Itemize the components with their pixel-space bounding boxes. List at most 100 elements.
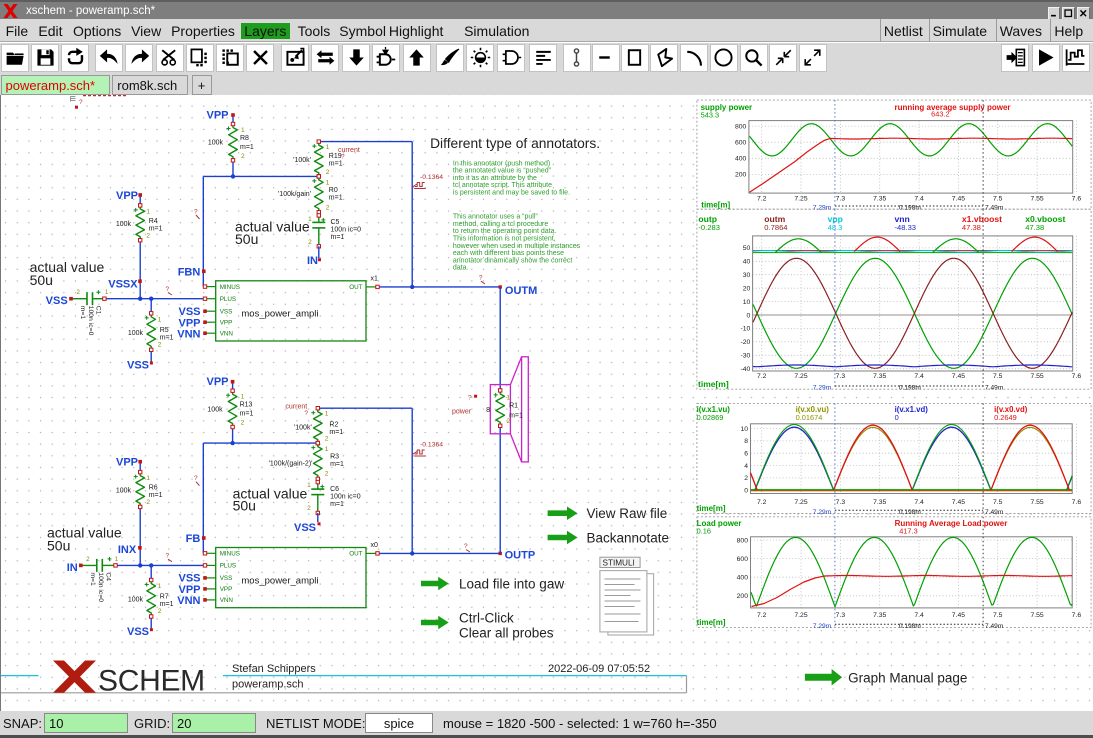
svg-text:each with different bias point: each with different bias points these: [453, 250, 564, 257]
svg-text:1: 1: [158, 583, 162, 590]
svg-text:?: ?: [479, 275, 483, 282]
svg-text:543.3: 543.3: [701, 110, 720, 119]
svg-text:C4: C4: [104, 572, 111, 581]
svg-text:FB: FB: [186, 533, 201, 545]
svg-text:?: ?: [304, 410, 308, 417]
svg-text:7.6: 7.6: [1072, 373, 1082, 380]
svg-text:1: 1: [105, 290, 109, 296]
svg-text:VPP: VPP: [220, 586, 233, 593]
svg-text:PLUS: PLUS: [220, 563, 236, 570]
svg-text:7.35: 7.35: [873, 373, 886, 380]
svg-text:VPP: VPP: [206, 109, 228, 121]
svg-text:7.55: 7.55: [1030, 499, 1043, 506]
svg-text:20: 20: [743, 286, 751, 293]
svg-text:data.: data.: [453, 265, 469, 272]
svg-text:running average supply power: running average supply power: [895, 103, 1011, 112]
svg-text:2: 2: [77, 290, 81, 296]
svg-text:time[m]: time[m]: [698, 379, 729, 389]
svg-text:m=1: m=1: [79, 306, 86, 320]
svg-text:SCHEM: SCHEM: [98, 664, 205, 697]
svg-text:100k: 100k: [128, 597, 144, 604]
svg-text:FBN: FBN: [178, 267, 201, 279]
svg-text:100n ic=0: 100n ic=0: [97, 572, 104, 602]
svg-text:MINUS: MINUS: [220, 551, 240, 558]
svg-text:1: 1: [326, 180, 330, 187]
svg-text:0: 0: [744, 488, 748, 495]
svg-text:7.55: 7.55: [1030, 373, 1043, 380]
svg-text:0: 0: [747, 312, 751, 319]
svg-text:R0: R0: [329, 187, 338, 194]
svg-text:VSSX: VSSX: [108, 278, 138, 290]
svg-text:i(v.x1.vd): i(v.x1.vd): [895, 405, 929, 414]
svg-text:2: 2: [241, 153, 245, 160]
svg-text:1: 1: [326, 144, 330, 151]
svg-text:4: 4: [744, 463, 748, 470]
svg-text:800: 800: [737, 537, 749, 544]
svg-text:50u: 50u: [233, 497, 256, 513]
svg-text:STIMULI: STIMULI: [603, 559, 635, 568]
svg-text:7.2: 7.2: [757, 612, 767, 619]
svg-text:R4: R4: [149, 218, 158, 225]
svg-text:into it as an attribute by the: into it as an attribute by the: [453, 175, 537, 182]
svg-text:OUTM: OUTM: [505, 285, 537, 297]
svg-text:VSS: VSS: [220, 575, 233, 582]
svg-text:Graph Manual page: Graph Manual page: [848, 671, 967, 686]
svg-text:time[m]: time[m]: [701, 200, 730, 209]
svg-text:100n ic=0: 100n ic=0: [87, 306, 94, 336]
svg-text:mos_power_ampli: mos_power_ampli: [241, 575, 318, 586]
svg-text:-40: -40: [740, 366, 750, 373]
svg-text:1: 1: [241, 127, 245, 134]
svg-text:7.5: 7.5: [993, 373, 1003, 380]
svg-text:8: 8: [744, 438, 748, 445]
svg-text:2: 2: [308, 239, 312, 246]
svg-text:OUT: OUT: [349, 551, 362, 558]
svg-text:?: ?: [79, 99, 83, 106]
svg-text:1: 1: [115, 557, 119, 563]
svg-text:50u: 50u: [235, 231, 258, 247]
svg-text:0.2649: 0.2649: [994, 413, 1017, 422]
svg-text:to return the operating point: to return the operating point data.: [453, 228, 557, 235]
svg-text:R8: R8: [240, 135, 249, 142]
svg-text:Load file into gaw: Load file into gaw: [459, 577, 564, 592]
svg-text:2: 2: [158, 342, 162, 349]
svg-text:40: 40: [743, 259, 751, 266]
svg-text:1: 1: [307, 482, 311, 489]
svg-text:m=1: m=1: [329, 195, 343, 202]
svg-text:600: 600: [737, 556, 749, 563]
svg-text:7.4: 7.4: [914, 612, 924, 619]
svg-text:2: 2: [744, 475, 748, 482]
svg-text:7.35: 7.35: [873, 499, 886, 506]
svg-text:'100k': '100k': [294, 425, 312, 432]
svg-text:7.6: 7.6: [1072, 499, 1082, 506]
svg-text:In this annotator (push method: In this annotator (push method): [453, 160, 550, 167]
svg-text:OUTP: OUTP: [505, 549, 536, 561]
svg-text:-0.283: -0.283: [698, 223, 720, 232]
svg-text:'100k': '100k': [293, 157, 311, 164]
svg-text:R3: R3: [330, 454, 339, 461]
svg-text:R1: R1: [509, 403, 518, 410]
svg-text:30: 30: [743, 272, 751, 279]
svg-text:VSS: VSS: [127, 626, 149, 638]
svg-text:50u: 50u: [47, 538, 70, 554]
svg-text:?: ?: [194, 209, 198, 216]
svg-text:VSS: VSS: [178, 306, 200, 318]
svg-text:2: 2: [146, 499, 150, 506]
svg-text:7.49m: 7.49m: [985, 385, 1004, 392]
svg-text:7.3: 7.3: [836, 195, 846, 202]
svg-text:2022-06-09 07:05:52: 2022-06-09 07:05:52: [548, 663, 650, 675]
svg-text:7.6: 7.6: [1072, 612, 1082, 619]
svg-text:7.35: 7.35: [873, 195, 886, 202]
svg-text:This annotator uses a “pull”: This annotator uses a “pull”: [453, 214, 538, 221]
svg-text:?: ?: [166, 286, 170, 293]
svg-text:0.198m: 0.198m: [899, 205, 922, 212]
svg-text:2: 2: [325, 471, 329, 478]
svg-text:the annotated value is “pushed: the annotated value is “pushed”: [453, 168, 552, 175]
svg-text:Backannotate: Backannotate: [587, 531, 670, 546]
svg-text:VNN: VNN: [177, 595, 200, 607]
svg-text:7.4: 7.4: [914, 499, 924, 506]
svg-text:7.55: 7.55: [1030, 612, 1043, 619]
svg-text:7.29m: 7.29m: [813, 385, 832, 392]
svg-text:0: 0: [895, 413, 899, 422]
svg-text:m=1: m=1: [329, 429, 343, 436]
svg-text:mos_power_ampli: mos_power_ampli: [241, 309, 318, 320]
